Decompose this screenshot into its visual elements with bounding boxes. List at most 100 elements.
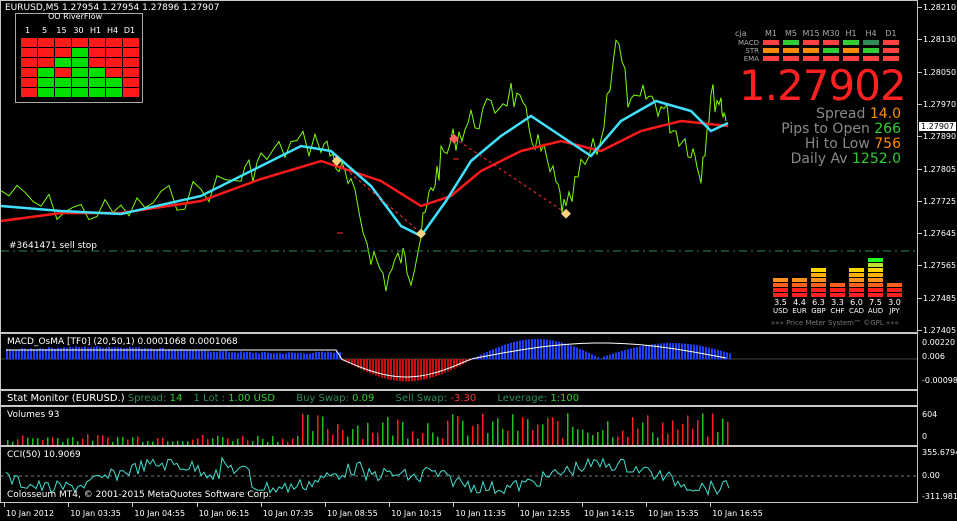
macd-bar xyxy=(93,347,95,360)
macd-bar xyxy=(63,347,65,360)
macd-bar xyxy=(378,359,380,377)
macd-bar xyxy=(99,346,101,360)
time-tick xyxy=(389,503,391,507)
volume-bar xyxy=(452,414,454,445)
meter-segment xyxy=(868,278,883,282)
order-label: #3641471 sell stop xyxy=(9,241,98,251)
cja-cell xyxy=(883,48,899,53)
volume-bar xyxy=(217,435,219,445)
meter-segment xyxy=(792,283,807,287)
price-tick xyxy=(918,330,922,331)
meter-value: 3.0 xyxy=(888,298,901,307)
macd-bar xyxy=(453,359,455,369)
price-tick xyxy=(918,265,922,267)
riverflow-caption: OO RiverFlow xyxy=(48,12,103,21)
riverflow-cell xyxy=(106,38,122,47)
meter-segment xyxy=(868,263,883,267)
cja-cell xyxy=(783,40,799,45)
meter-currency: CAD xyxy=(848,307,865,315)
volume-bar xyxy=(627,436,629,445)
macd-bar xyxy=(417,359,419,381)
time-axis-label: 10 Jan 10:15 xyxy=(391,509,442,518)
volume-bar xyxy=(297,435,299,445)
price-tick xyxy=(918,168,922,170)
macd-bar xyxy=(402,359,404,382)
volume-bar xyxy=(407,438,409,445)
volume-bar xyxy=(652,432,654,445)
macd-bar xyxy=(672,343,674,360)
meter-segment xyxy=(887,283,902,287)
volume-bar xyxy=(47,437,49,445)
copyright-text: Colosseum MT4, © 2001-2015 MetaQuotes So… xyxy=(7,490,272,500)
volumes-pane[interactable]: Volumes 93 xyxy=(0,406,918,446)
macd-bar xyxy=(273,353,275,360)
volume-bar xyxy=(62,441,64,445)
macd-bar xyxy=(234,352,236,360)
macd-bar xyxy=(678,343,680,360)
riverflow-cell xyxy=(89,68,105,77)
macd-bar xyxy=(405,359,407,382)
cja-cell xyxy=(763,40,779,45)
volume-bar xyxy=(142,441,144,445)
meter-value: 3.3 xyxy=(831,298,844,307)
volume-bar xyxy=(702,413,704,445)
macd-bar xyxy=(687,343,689,360)
lot-value: 1.00 USD xyxy=(228,393,276,404)
volume-bar xyxy=(372,432,374,445)
volume-bar xyxy=(342,430,344,445)
volume-bar xyxy=(192,439,194,445)
volume-bar xyxy=(362,438,364,445)
volume-bar xyxy=(222,437,224,445)
leverage-value: 1:100 xyxy=(550,393,580,404)
volume-bar xyxy=(692,428,694,445)
macd-bar xyxy=(264,351,266,360)
macd-pane[interactable]: MACD_OsMA [TF0] (20,50,1) 0.0001068 0.00… xyxy=(0,333,918,390)
volume-bar xyxy=(487,433,489,445)
macd-bar xyxy=(600,358,602,360)
volume-bar xyxy=(552,417,554,445)
cja-timeframe: M30 xyxy=(822,29,840,38)
macd-bar xyxy=(684,343,686,360)
macd-bar xyxy=(414,359,416,382)
volume-bar xyxy=(557,421,559,445)
macd-bar xyxy=(117,347,119,360)
volume-bar xyxy=(402,421,404,445)
macd-bar xyxy=(105,347,107,360)
volume-bar xyxy=(542,424,544,445)
macd-bar xyxy=(156,349,158,360)
volume-bar xyxy=(527,419,529,445)
macd-bar xyxy=(450,359,452,371)
price-axis-label: 1.27725 xyxy=(923,196,957,206)
volume-bar xyxy=(262,438,264,445)
volume-bar xyxy=(202,434,204,445)
meter-segment xyxy=(849,288,864,292)
volume-bar xyxy=(442,438,444,445)
riverflow-cell xyxy=(89,48,105,57)
meter-segment xyxy=(868,283,883,287)
macd-bar xyxy=(456,359,458,368)
macd-bar xyxy=(651,344,653,360)
main-chart-pane[interactable]: EURUSD,M5 1.27954 1.27954 1.27896 1.2790… xyxy=(0,0,918,333)
cja-row-label: STR xyxy=(745,47,759,55)
volume-bar xyxy=(352,429,354,445)
macd-bar xyxy=(333,352,335,360)
price-axis-label: 1.28050 xyxy=(923,67,957,77)
macd-bar xyxy=(96,346,98,360)
stat-label: Hi to Low xyxy=(804,136,870,152)
macd-bar xyxy=(705,346,707,360)
volume-bar xyxy=(722,418,724,445)
cja-cell xyxy=(863,48,879,53)
cja-cell xyxy=(823,48,839,53)
cci-pane[interactable]: CCI(50) 10.9069 Colosseum MT4, © 2001-20… xyxy=(0,446,918,503)
volume-bar xyxy=(377,432,379,445)
macd-bar xyxy=(702,346,704,360)
macd-bar xyxy=(237,352,239,360)
macd-bar xyxy=(396,359,398,381)
volume-bar xyxy=(127,439,129,445)
time-axis-label: 10 Jan 14:15 xyxy=(583,509,635,518)
meter-segment xyxy=(773,288,788,292)
volume-bar xyxy=(567,413,569,445)
time-axis-label: 10 Jan 15:35 xyxy=(648,509,699,518)
cja-title: cja xyxy=(735,29,747,38)
volume-bar xyxy=(482,413,484,445)
